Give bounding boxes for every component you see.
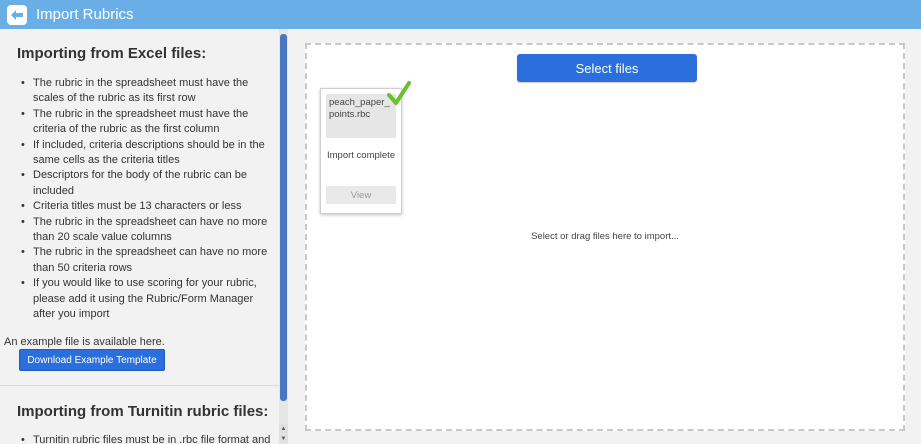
list-item: The rubric in the spreadsheet must have … [19, 76, 274, 107]
list-item: The rubric in the spreadsheet can have n… [19, 245, 274, 276]
import-status: Import complete [327, 150, 396, 161]
file-drop-zone[interactable]: Select files peach_paper_points.rbc Impo… [305, 43, 905, 431]
turnitin-section-title: Importing from Turnitin rubric files: [17, 403, 269, 420]
scrollbar-thumb[interactable] [280, 34, 287, 401]
left-panel-scrollbar[interactable]: ▲ ▼ [279, 29, 288, 444]
list-item: The rubric in the spreadsheet must have … [19, 107, 274, 138]
drop-hint-text: Select or drag files here to import... [531, 231, 679, 242]
list-item: If you would like to use scoring for you… [19, 276, 274, 322]
example-file-text: An example file is available here. [4, 336, 165, 348]
scroll-up-icon[interactable]: ▲ [279, 424, 288, 433]
scroll-down-icon[interactable]: ▼ [279, 434, 288, 443]
page-title: Import Rubrics [36, 6, 134, 23]
file-card: peach_paper_points.rbc Import complete V… [320, 81, 411, 214]
excel-section-title: Importing from Excel files: [17, 45, 207, 62]
section-divider [0, 385, 279, 386]
instructions-panel: Importing from Excel files: The rubric i… [0, 29, 279, 444]
arrow-left-icon [11, 9, 23, 20]
file-name: peach_paper_points.rbc [326, 94, 396, 138]
list-item: If included, criteria descriptions shoul… [19, 138, 274, 169]
list-item: The rubric in the spreadsheet can have n… [19, 215, 274, 246]
turnitin-rules-list: Turnitin rubric files must be in .rbc fi… [19, 433, 274, 444]
import-area: Select files peach_paper_points.rbc Impo… [288, 29, 921, 444]
list-item: Criteria titles must be 13 characters or… [19, 199, 274, 215]
download-template-button[interactable]: Download Example Template [19, 349, 165, 371]
header-bar: Import Rubrics [0, 0, 921, 29]
back-button[interactable] [7, 4, 27, 25]
view-button[interactable]: View [326, 186, 396, 204]
list-item: Descriptors for the body of the rubric c… [19, 168, 274, 199]
select-files-button[interactable]: Select files [517, 54, 697, 82]
checkmark-icon [387, 81, 411, 105]
list-item: Turnitin rubric files must be in .rbc fi… [19, 433, 274, 444]
excel-rules-list: The rubric in the spreadsheet must have … [19, 76, 274, 323]
